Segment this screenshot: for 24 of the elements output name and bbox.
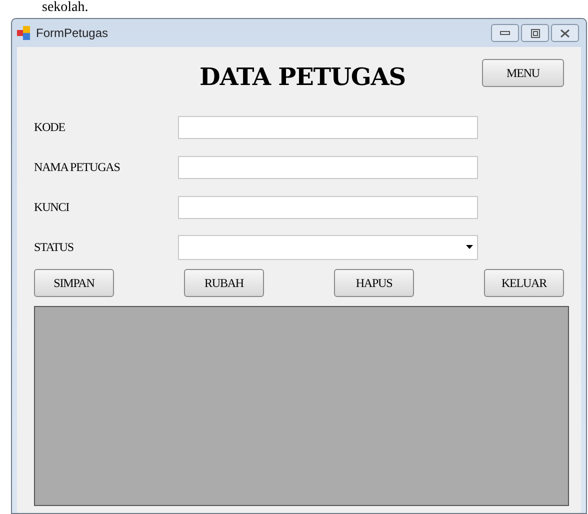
combo-box[interactable] [178, 234, 478, 260]
form-heading: DATA PETUGAS [199, 61, 406, 93]
field-label: NAMA PETUGAS [34, 159, 121, 176]
minimize-button[interactable] [491, 24, 519, 42]
maximize-button[interactable] [521, 24, 549, 42]
action-button[interactable]: HAPUS [334, 269, 414, 297]
action-button[interactable]: RUBAH [184, 269, 264, 297]
input-field[interactable] [178, 156, 478, 178]
close-icon [560, 28, 570, 38]
dropdown-arrow-icon [466, 245, 473, 249]
field-label: KUNCI [34, 199, 70, 216]
maximize-icon [530, 28, 540, 38]
page-text: sekolah. [42, 1, 88, 15]
input-field[interactable] [178, 196, 478, 218]
action-button[interactable]: SIMPAN [34, 269, 114, 297]
field-label: KODE [34, 119, 66, 136]
input-field[interactable] [178, 116, 478, 138]
field-label: STATUS [34, 239, 74, 256]
window-title: FormPetugas [36, 25, 108, 42]
close-button[interactable] [551, 24, 579, 42]
app-icon [17, 26, 31, 40]
menu-button[interactable]: MENU [482, 59, 564, 87]
minimize-icon [500, 31, 510, 35]
action-button[interactable]: KELUAR [484, 269, 564, 297]
